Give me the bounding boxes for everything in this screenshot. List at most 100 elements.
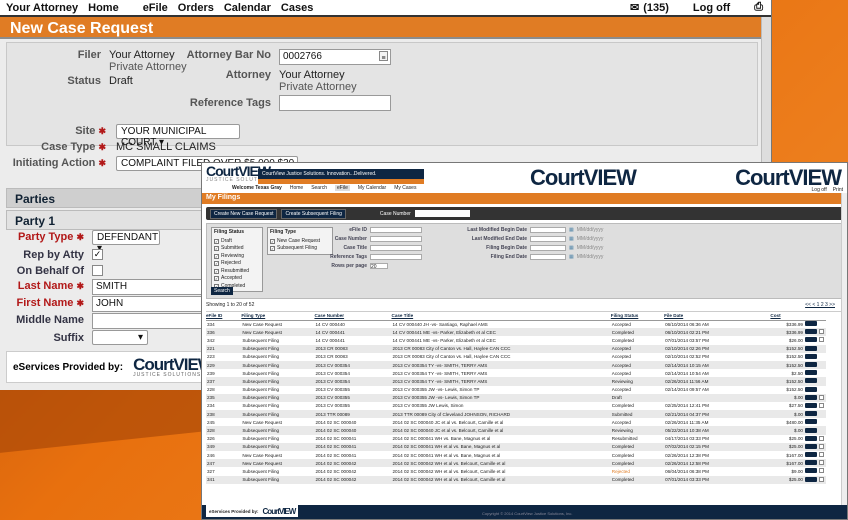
reference-tags-input[interactable] — [370, 254, 422, 260]
table-row[interactable]: 228 Subsequent Filing 2013 CV 000355 2013 C… — [206, 386, 826, 394]
table-cell[interactable]: 229 — [206, 360, 242, 370]
on-behalf-of-checkbox[interactable] — [92, 265, 103, 276]
table-cell[interactable]: 223 — [206, 353, 241, 361]
row-checkbox[interactable] — [818, 460, 824, 466]
last-name-input[interactable]: SMITH — [92, 279, 204, 295]
row-checkbox[interactable] — [818, 443, 824, 449]
view-button[interactable] — [804, 452, 817, 458]
case-title-input[interactable] — [370, 245, 422, 251]
table-row[interactable]: 237 Subsequent Filing 2013 CV 000354 2013 C… — [206, 377, 826, 386]
table-cell[interactable]: 237 — [206, 377, 242, 386]
table-row[interactable]: 334 New Case Request 14 CV 000440 14 CV 000… — [206, 320, 826, 328]
case-number-input[interactable] — [414, 210, 470, 217]
column-header[interactable]: Case Title — [391, 312, 611, 321]
nav-cases[interactable]: Cases — [281, 2, 313, 14]
view-button[interactable] — [804, 337, 817, 343]
table-cell[interactable]: 341 — [206, 475, 242, 484]
column-header[interactable]: Case Number — [314, 312, 392, 321]
row-checkbox[interactable] — [818, 435, 824, 441]
table-row[interactable]: 336 New Case Request 14 CV 000441 14 CV 000… — [206, 328, 826, 337]
filing-begin-date-input[interactable] — [530, 245, 566, 251]
view-button[interactable] — [804, 402, 817, 408]
table-cell[interactable]: 238 — [206, 410, 242, 419]
view-button[interactable] — [804, 411, 817, 417]
table-cell[interactable]: 235 — [206, 393, 242, 402]
menu-efile[interactable]: eFile — [335, 185, 350, 191]
table-row[interactable]: 239 Subsequent Filing 2013 CV 000354 2013 C… — [206, 369, 826, 377]
party-type-select[interactable]: DEFENDANT ▾ — [92, 230, 160, 254]
table-row[interactable]: 229 Subsequent Filing 2013 CV 000354 2013 C… — [206, 360, 826, 370]
table-cell[interactable]: 336 — [206, 328, 242, 337]
view-button[interactable] — [804, 353, 817, 359]
mail-count[interactable]: (135) — [643, 2, 669, 14]
calendar-icon[interactable]: ▦ — [569, 227, 574, 233]
table-cell[interactable]: 228 — [206, 386, 241, 394]
table-cell[interactable]: 342 — [206, 336, 241, 344]
column-header[interactable]: File Date — [664, 312, 771, 321]
view-button[interactable] — [804, 460, 817, 466]
table-row[interactable]: 221 Subsequent Filing 2013 CR 00083 2013 CR… — [206, 344, 826, 353]
first-name-input[interactable]: JOHN — [92, 296, 204, 312]
row-checkbox[interactable] — [818, 468, 824, 474]
view-button[interactable] — [804, 362, 817, 368]
column-header[interactable]: Filing Type — [241, 312, 315, 321]
table-row[interactable]: 327 Subsequent Filing 2014 02 SC 000042 201… — [206, 467, 826, 475]
view-button[interactable] — [804, 345, 817, 351]
view-button[interactable] — [804, 427, 817, 433]
nav-efile[interactable]: eFile — [143, 2, 168, 14]
menu-search[interactable]: Search — [311, 185, 327, 191]
table-cell[interactable]: 234 — [206, 402, 241, 410]
print-icon[interactable]: ⎙ — [754, 1, 763, 14]
table-cell[interactable]: 247 — [206, 459, 242, 468]
logoff-link[interactable]: Log off — [693, 2, 730, 14]
reference-tags-input[interactable] — [279, 95, 391, 111]
lookup-icon[interactable]: ≡ — [379, 51, 388, 62]
row-checkbox[interactable] — [818, 329, 824, 335]
view-button[interactable] — [804, 370, 817, 376]
status-draft[interactable]: ✓ Draft — [214, 238, 260, 246]
row-checkbox[interactable] — [818, 394, 824, 400]
table-cell[interactable]: 246 — [206, 451, 241, 459]
view-button[interactable] — [804, 378, 817, 384]
row-checkbox[interactable] — [818, 402, 824, 408]
table-cell[interactable]: 239 — [206, 369, 241, 377]
filing-end-date-input[interactable] — [530, 254, 566, 260]
calendar-icon[interactable]: ▦ — [569, 254, 574, 260]
table-row[interactable]: 223 Subsequent Filing 2013 CR 00083 2013 CR… — [206, 353, 826, 361]
row-checkbox[interactable] — [818, 452, 824, 458]
table-cell[interactable]: 349 — [206, 442, 242, 451]
status-reviewing[interactable]: ✓ Reviewing — [214, 253, 260, 261]
table-row[interactable]: 328 Subsequent Filing 2014 02 SC 000040 201… — [206, 426, 826, 435]
status-rejected[interactable]: ✓ Rejected — [214, 260, 260, 268]
lm-end-date-input[interactable] — [530, 236, 566, 242]
nav-calendar[interactable]: Calendar — [224, 2, 271, 14]
table-row[interactable]: 342 Subsequent Filing 14 CV 000441 14 CV 00… — [206, 336, 826, 344]
efile-id-input[interactable] — [370, 227, 422, 233]
table-cell[interactable]: 245 — [206, 418, 241, 426]
status-accepted[interactable]: ✓ Accepted — [214, 275, 260, 283]
view-button[interactable] — [804, 386, 817, 392]
view-button[interactable] — [804, 468, 817, 474]
table-cell[interactable]: 221 — [206, 344, 242, 353]
case-number-search-input[interactable] — [370, 236, 422, 242]
calendar-icon[interactable]: ▦ — [569, 245, 574, 251]
nav-home[interactable]: Home — [88, 2, 119, 14]
status-submitted[interactable]: ✓ Submitted — [214, 245, 260, 253]
column-header[interactable]: Cost — [770, 312, 804, 321]
menu-my-cases[interactable]: My Cases — [394, 185, 416, 191]
logoff-link[interactable]: Log off — [812, 187, 827, 193]
rows-per-page-select[interactable]: 20 — [370, 263, 388, 270]
status-resubmitted[interactable]: ✓ Resubmitted — [214, 268, 260, 276]
view-button[interactable] — [804, 443, 817, 449]
lm-begin-date-input[interactable] — [530, 227, 566, 233]
menu-home[interactable]: Home — [290, 185, 303, 191]
menu-my-calendar[interactable]: My Calendar — [358, 185, 386, 191]
column-header[interactable]: eFile ID — [206, 312, 242, 321]
table-row[interactable]: 246 New Case Request 2014 02 SC 000041 2014… — [206, 451, 826, 459]
table-cell[interactable]: 328 — [206, 426, 242, 435]
column-header[interactable]: Filing Status — [610, 312, 665, 321]
scrollbar[interactable] — [841, 193, 847, 509]
table-row[interactable]: 238 Subsequent Filing 2013 TTR 00089 2013 T… — [206, 410, 826, 419]
suffix-select[interactable]: ▾ — [92, 330, 148, 345]
mail-icon[interactable]: ✉ — [630, 1, 639, 14]
